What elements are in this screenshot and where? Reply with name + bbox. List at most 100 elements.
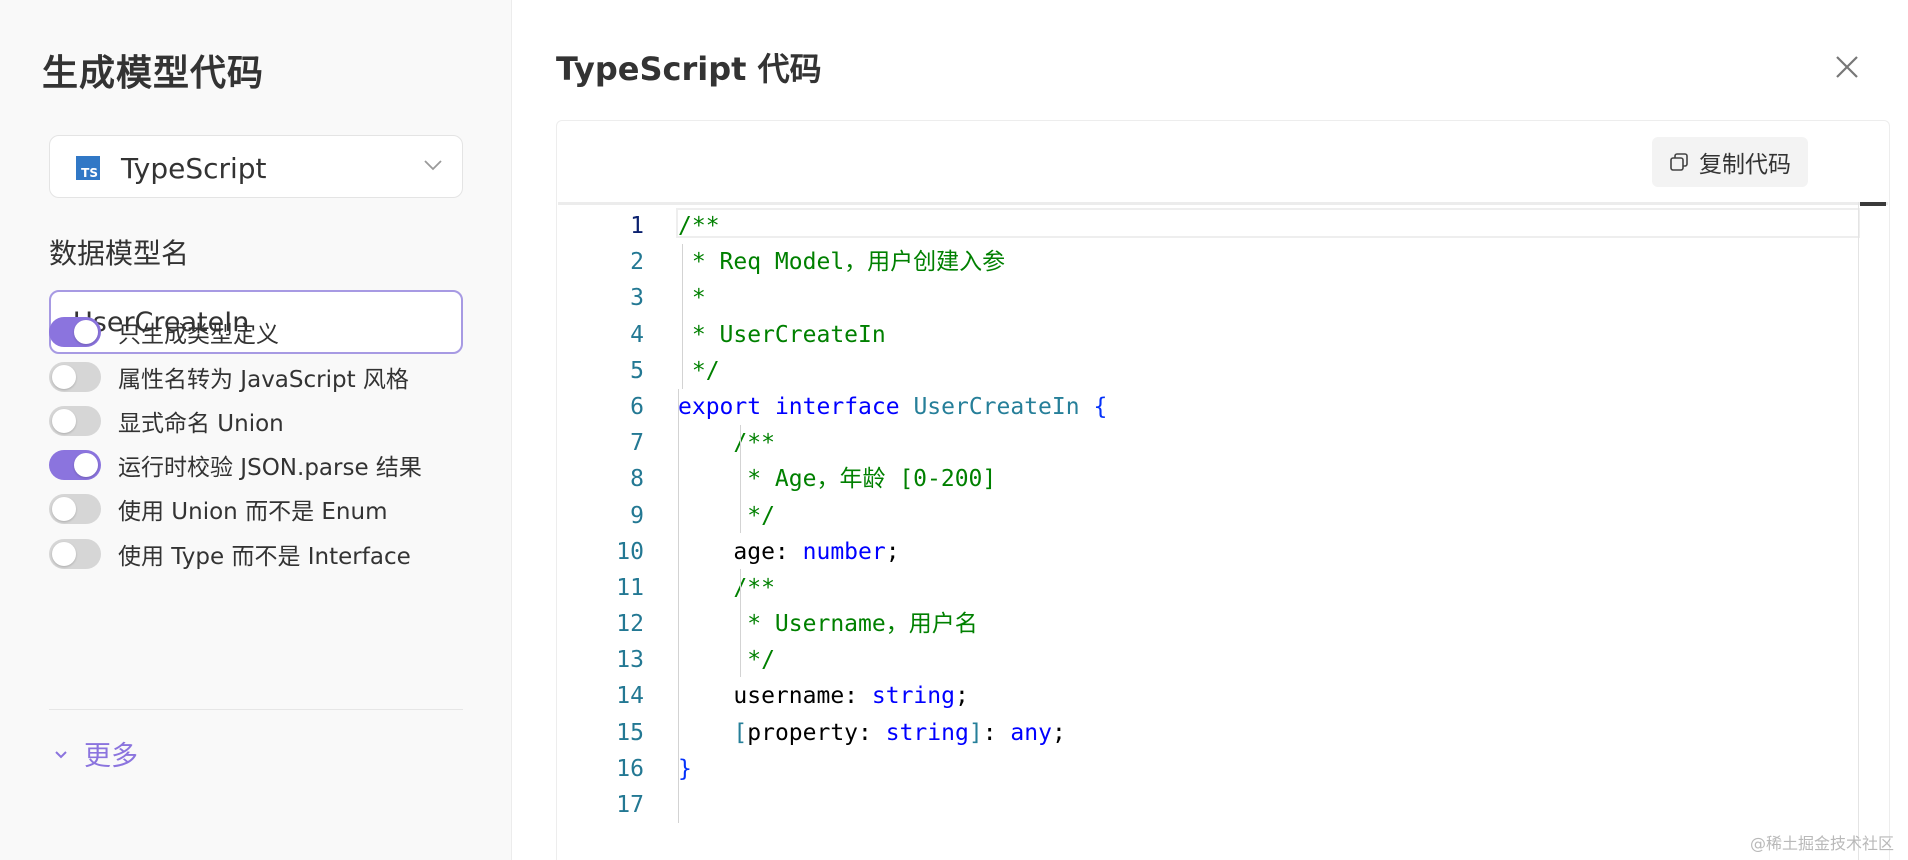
- code-token: string: [885, 719, 969, 746]
- code-line: 9 */: [558, 498, 1858, 534]
- code-line: 11 /**: [558, 570, 1858, 606]
- code-text: [property: string]: any;: [678, 715, 1066, 751]
- code-text: * Req Model，用户创建入参: [678, 244, 1005, 280]
- code-token: ;: [1051, 719, 1066, 746]
- code-token: ]: [968, 719, 983, 746]
- copy-code-label: 复制代码: [1699, 152, 1791, 178]
- code-token: {: [1079, 393, 1108, 420]
- indent-guide: [682, 244, 683, 389]
- line-number: 8: [630, 466, 644, 493]
- code-token: */: [678, 502, 775, 529]
- copy-code-button[interactable]: 复制代码: [1652, 137, 1808, 187]
- code-token: * UserCreateIn: [678, 321, 886, 348]
- code-panel-title: TypeScript 代码: [556, 50, 822, 88]
- editor-scrollbar[interactable]: [1858, 202, 1859, 860]
- toggle-switch[interactable]: [49, 494, 101, 524]
- more-options-button[interactable]: 更多: [52, 734, 138, 773]
- code-line: 3 *: [558, 280, 1858, 316]
- code-line: 6 export interface UserCreateIn {: [558, 389, 1858, 425]
- code-line: 12 * Username，用户名: [558, 606, 1858, 642]
- line-number: 10: [616, 538, 644, 565]
- code-text: * Age，年龄 [0-200]: [678, 461, 996, 497]
- code-text: */: [678, 642, 775, 678]
- code-line: 13 */: [558, 642, 1858, 678]
- line-number: 4: [630, 321, 644, 348]
- code-text: }: [678, 751, 692, 787]
- line-number: 7: [630, 430, 644, 457]
- copy-icon: [1670, 153, 1688, 171]
- toggle-type-not-interface[interactable]: 使用 Type 而不是 Interface: [49, 537, 411, 571]
- code-line: 4 * UserCreateIn: [558, 317, 1858, 353]
- close-icon[interactable]: [1832, 52, 1862, 82]
- line-number: 15: [616, 719, 644, 746]
- code-line: 10 age: number;: [558, 534, 1858, 570]
- code-token: }: [678, 755, 692, 782]
- toggle-switch[interactable]: [49, 406, 101, 436]
- typescript-icon: TS: [76, 156, 100, 180]
- code-line: 16}: [558, 751, 1858, 787]
- generate-model-code-dialog: 生成模型代码 TS TypeScript 数据模型名 只生成类型定义 属性名转为…: [0, 0, 1908, 860]
- toggle-label: 使用 Union 而不是 Enum: [118, 499, 388, 525]
- indent-guide: [740, 425, 741, 533]
- code-text: */: [678, 498, 775, 534]
- code-token: /**: [678, 430, 775, 457]
- toggle-switch[interactable]: [49, 362, 101, 392]
- language-select[interactable]: TS TypeScript: [49, 135, 463, 198]
- editor-scrollbar-thumb[interactable]: [1860, 202, 1886, 206]
- line-number: 5: [630, 357, 644, 384]
- toggle-label: 使用 Type 而不是 Interface: [118, 544, 411, 570]
- code-editor[interactable]: 1/** 2 * Req Model，用户创建入参 3 * 4 * UserCreat…: [558, 202, 1888, 860]
- watermark: @稀土掘金技术社区: [1749, 834, 1894, 853]
- code-line: 1 /**: [558, 208, 1858, 244]
- toggle-label: 只生成类型定义: [118, 322, 279, 348]
- line-number: 16: [616, 755, 644, 782]
- toggle-label: 运行时校验 JSON.parse 结果: [118, 455, 422, 481]
- code-text: /**: [678, 425, 775, 461]
- code-text: username: string;: [678, 678, 969, 714]
- code-text: * UserCreateIn: [678, 317, 886, 353]
- code-token: * Req Model，用户创建入参: [678, 249, 1006, 276]
- divider: [49, 709, 463, 710]
- toggle-explicit-union[interactable]: 显式命名 Union: [49, 404, 284, 438]
- code-token: ;: [954, 683, 969, 710]
- code-token: /**: [678, 213, 720, 239]
- toggle-runtime-check[interactable]: 运行时校验 JSON.parse 结果: [49, 448, 422, 482]
- code-token: username:: [678, 683, 872, 710]
- more-options-label: 更多: [84, 741, 138, 772]
- indent-guide: [678, 389, 679, 823]
- code-line: 17: [558, 787, 1858, 823]
- toggle-label: 属性名转为 JavaScript 风格: [118, 367, 409, 393]
- code-token: * Age，年龄 [0-200]: [678, 466, 997, 493]
- toggle-label: 显式命名 Union: [118, 411, 284, 437]
- code-text: /**: [678, 570, 775, 606]
- code-token: age:: [678, 538, 803, 565]
- code-text: export interface UserCreateIn {: [678, 389, 1107, 425]
- toggle-switch[interactable]: [49, 317, 101, 347]
- toggle-union-not-enum[interactable]: 使用 Union 而不是 Enum: [49, 492, 387, 526]
- code-token: */: [678, 647, 775, 674]
- toggle-js-property-names[interactable]: 属性名转为 JavaScript 风格: [49, 360, 409, 394]
- toggle-switch[interactable]: [49, 450, 101, 480]
- code-token: * Username，用户名: [678, 611, 978, 638]
- line-number: 9: [630, 502, 644, 529]
- code-text: */: [678, 353, 720, 389]
- code-text: * Username，用户名: [678, 606, 978, 642]
- toggle-types-only[interactable]: 只生成类型定义: [49, 315, 279, 349]
- code-panel: TypeScript 代码 复制代码 1 /** 2 * Req Model，用户创…: [512, 0, 1908, 860]
- code-token: property:: [747, 719, 886, 746]
- panel-title: 生成模型代码: [42, 53, 265, 94]
- code-token: number: [802, 538, 886, 565]
- code-text: age: number;: [678, 534, 899, 570]
- code-token: export: [678, 393, 762, 420]
- line-number: 6: [630, 393, 644, 420]
- code-text: /**: [678, 208, 720, 244]
- toggle-switch[interactable]: [49, 539, 101, 569]
- code-token: /**: [678, 574, 775, 601]
- indent-guide: [740, 569, 741, 677]
- line-number: 17: [616, 792, 644, 818]
- line-number: 11: [616, 574, 644, 601]
- code-lines: 1/** 2 * Req Model，用户创建入参 3 * 4 * UserCreat…: [558, 208, 1858, 823]
